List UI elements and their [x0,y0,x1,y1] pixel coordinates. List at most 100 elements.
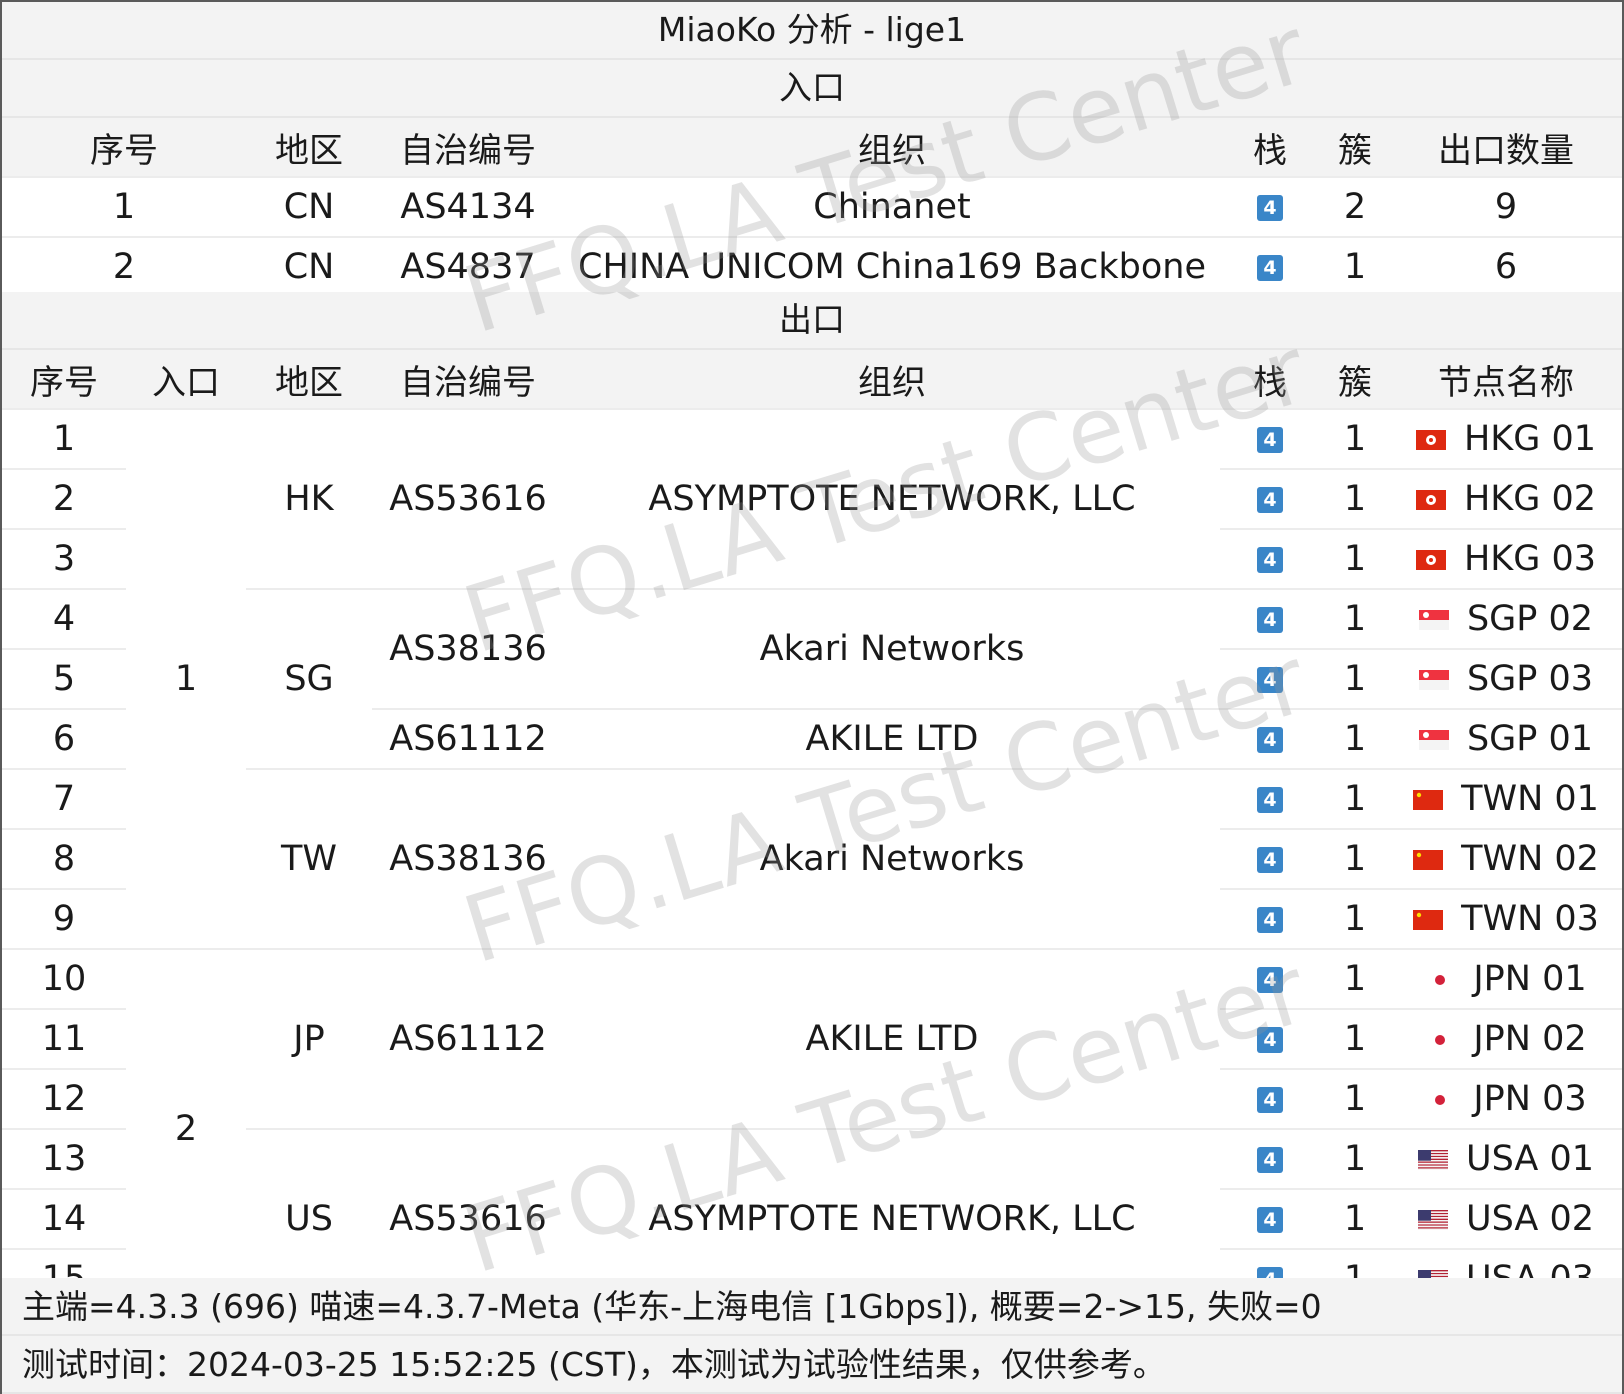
asn-cell: AS61112 [372,949,564,1130]
sg-flag-icon [1418,670,1449,690]
footer-timestamp: 测试时间：2024-03-25 15:52:25 (CST)，本测试为试验性结果… [2,1336,1622,1394]
inbound-table: 序号 地区 自治编号 组织栈簇出口数量 1 CN AS4134 Chinanet 4 2 9 2 CN A… [2,118,1622,298]
ipv4-badge-icon: 4 [1257,195,1283,221]
node-name: TWN 02 [1461,839,1599,879]
cluster-cell: 1 [1320,409,1390,470]
asn-cell: AS38136 [372,769,564,950]
org-cell: Akari Networks [564,769,1220,950]
ipv4-badge-icon: 4 [1257,607,1283,633]
org-cell: Chinanet [564,177,1220,238]
node-name-cell: TWN 03 [1390,889,1622,950]
sg-flag-icon [1418,610,1449,630]
node-name: SGP 03 [1466,659,1594,699]
cluster-cell: 1 [1320,889,1390,950]
node-name: USA 01 [1465,1139,1595,1179]
stack-cell: 4 [1220,709,1320,770]
asn-cell: AS53616 [372,409,564,590]
hk-flag-icon [1415,550,1446,570]
inbound-header-row: 序号 地区 自治编号 组织栈簇出口数量 [2,118,1622,178]
index-cell: 7 [2,769,126,830]
index-cell: 6 [2,709,126,770]
tw-flag-icon [1413,790,1444,810]
jp-flag-icon [1425,1090,1456,1110]
outbound-header-cell: 簇 [1320,350,1390,410]
node-name-cell: JPN 03 [1390,1069,1622,1130]
node-name: SGP 02 [1466,599,1594,639]
cluster-cell: 1 [1320,1189,1390,1250]
cluster-cell: 1 [1320,949,1390,1010]
exit-count-cell: 6 [1390,237,1622,298]
hk-flag-icon [1415,490,1446,510]
node-name-cell: USA 01 [1390,1129,1622,1190]
cluster-cell: 1 [1320,589,1390,650]
stack-cell: 4 [1220,177,1320,238]
jp-flag-icon [1425,970,1456,990]
node-name-cell: SGP 02 [1390,589,1622,650]
node-name-cell: HKG 02 [1390,469,1622,530]
index-cell: 1 [2,177,246,238]
outbound-header-cell: 栈 [1220,350,1320,410]
index-cell: 3 [2,529,126,590]
node-name-cell: TWN 01 [1390,769,1622,830]
sg-flag-icon [1418,730,1449,750]
tw-flag-icon [1413,910,1444,930]
outbound-header-cell: 自治编号 [372,350,564,410]
node-name: USA 02 [1465,1199,1595,1239]
org-cell: AKILE LTD [564,709,1220,770]
org-cell: CHINA UNICOM China169 Backbone [564,237,1220,298]
index-cell: 11 [2,1009,126,1070]
stack-cell: 4 [1220,769,1320,830]
node-name-cell: JPN 02 [1390,1009,1622,1070]
index-cell: 2 [2,469,126,530]
stack-cell: 4 [1220,589,1320,650]
report-title: MiaoKo 分析 - lige1 [2,2,1622,60]
node-name: HKG 03 [1463,539,1597,579]
ipv4-badge-icon: 4 [1257,847,1283,873]
asn-cell: AS38136 [372,589,564,710]
stack-cell: 4 [1220,1069,1320,1130]
index-cell: 13 [2,1129,126,1190]
ipv4-badge-icon: 4 [1257,967,1283,993]
org-cell: AKILE LTD [564,949,1220,1130]
outbound-header-row: 序号 入口 地区 自治编号 组织栈簇节点名称 [2,350,1622,410]
stack-cell: 4 [1220,469,1320,530]
node-name-cell: SGP 01 [1390,709,1622,770]
cluster-cell: 1 [1320,237,1390,298]
node-name: JPN 01 [1473,959,1587,999]
org-cell: ASYMPTOTE NETWORK, LLC [564,409,1220,590]
ipv4-badge-icon: 4 [1257,1027,1283,1053]
outbound-header-cell: 组织 [564,350,1220,410]
index-cell: 4 [2,589,126,650]
outbound-row: 1 1 HK AS53616 ASYMPTOTE NETWORK, LLC 4 1 HKG 0… [2,409,1622,950]
result-image: MiaoKo 分析 - lige1 入口 序号 地区 自治编号 组织栈簇出口数量 1 CN… [0,0,1624,1394]
us-flag-icon [1417,1210,1448,1230]
region-cell: JP [246,949,372,1130]
ipv4-badge-icon: 4 [1257,1087,1283,1113]
stack-cell: 4 [1220,949,1320,1010]
inbound-row: 1 CN AS4134 Chinanet 4 2 9 [2,177,1622,238]
org-cell: Akari Networks [564,589,1220,710]
cluster-cell: 1 [1320,1129,1390,1190]
cluster-cell: 2 [1320,177,1390,238]
ipv4-badge-icon: 4 [1257,787,1283,813]
entry-cell: 2 [126,949,246,1310]
node-name: JPN 03 [1473,1079,1587,1119]
stack-cell: 4 [1220,409,1320,470]
region-cell: CN [246,237,372,298]
inbound-section-label: 入口 [2,60,1622,118]
inbound-header-cell: 序号 [2,118,246,178]
index-cell: 9 [2,889,126,950]
inbound-header-cell: 组织 [564,118,1220,178]
stack-cell: 4 [1220,649,1320,710]
stack-cell: 4 [1220,829,1320,890]
ipv4-badge-icon: 4 [1257,667,1283,693]
index-cell: 2 [2,237,246,298]
region-cell: TW [246,769,372,950]
cluster-cell: 1 [1320,529,1390,590]
asn-cell: AS4134 [372,177,564,238]
stack-cell: 4 [1220,1189,1320,1250]
ipv4-badge-icon: 4 [1257,487,1283,513]
stack-cell: 4 [1220,237,1320,298]
outbound-header-cell: 节点名称 [1390,350,1622,410]
stack-cell: 4 [1220,889,1320,950]
